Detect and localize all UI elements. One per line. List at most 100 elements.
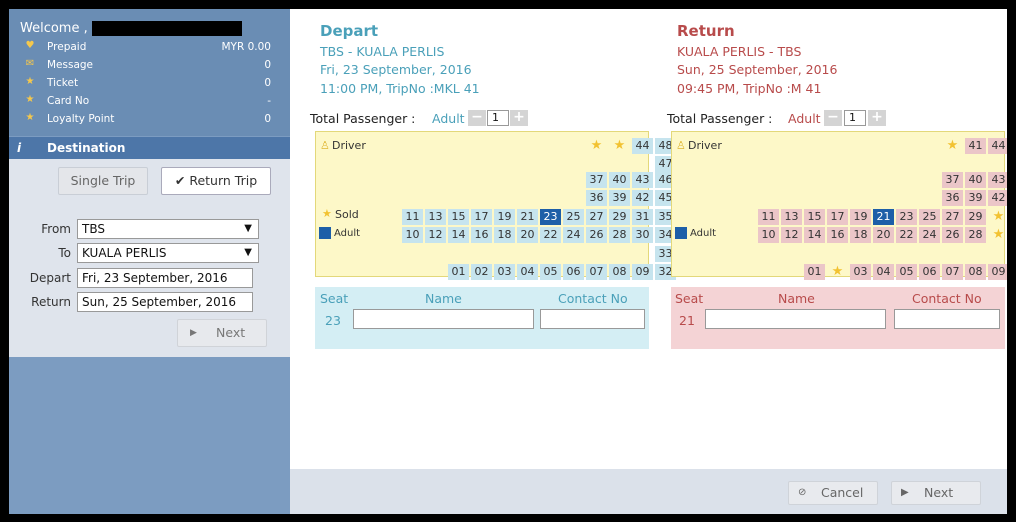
seat[interactable]: 02 (471, 264, 492, 280)
seat[interactable]: 18 (494, 227, 515, 243)
passenger-name-input[interactable] (705, 309, 886, 329)
seat[interactable]: 07 (942, 264, 963, 280)
seat[interactable]: 11 (758, 209, 779, 225)
seat[interactable]: 09 (632, 264, 653, 280)
seat[interactable]: 05 (896, 264, 917, 280)
seat[interactable]: 31 (632, 209, 653, 225)
seat[interactable]: 04 (873, 264, 894, 280)
seat[interactable]: 37 (586, 172, 607, 188)
to-select[interactable]: KUALA PERLIS ▼ (77, 243, 259, 263)
seat[interactable]: 40 (609, 172, 630, 188)
account-row-message[interactable]: ✉ Message 0 (9, 57, 290, 75)
contact-number-input[interactable] (894, 309, 1000, 329)
seat[interactable]: 43 (988, 172, 1007, 188)
seat[interactable]: 15 (804, 209, 825, 225)
seat[interactable]: 06 (563, 264, 584, 280)
seat[interactable]: 30 (632, 227, 653, 243)
next-button[interactable]: ▶ Next (891, 481, 981, 505)
seat[interactable]: 42 (988, 190, 1007, 206)
seat[interactable]: 15 (448, 209, 469, 225)
seat[interactable]: 40 (965, 172, 986, 188)
seat[interactable]: 04 (517, 264, 538, 280)
depart-minus-button[interactable]: − (468, 110, 486, 126)
seat[interactable]: 28 (609, 227, 630, 243)
seat[interactable]: 44 (632, 138, 653, 154)
seat[interactable]: 11 (402, 209, 423, 225)
seat[interactable]: 09 (988, 264, 1007, 280)
seat[interactable]: 16 (471, 227, 492, 243)
seat[interactable]: 44 (988, 138, 1007, 154)
seat[interactable]: 18 (850, 227, 871, 243)
passenger-name-input[interactable] (353, 309, 534, 329)
selected-seat[interactable]: 23 (540, 209, 561, 225)
selected-seat[interactable]: 21 (873, 209, 894, 225)
seat[interactable]: 39 (609, 190, 630, 206)
seat[interactable]: 26 (942, 227, 963, 243)
seat[interactable]: 14 (804, 227, 825, 243)
seat[interactable]: 17 (471, 209, 492, 225)
seat[interactable]: 10 (758, 227, 779, 243)
seat[interactable]: 23 (896, 209, 917, 225)
seat[interactable]: 25 (919, 209, 940, 225)
seat[interactable]: 16 (827, 227, 848, 243)
seat[interactable]: 26 (586, 227, 607, 243)
cancel-button[interactable]: ⊘ Cancel (788, 481, 878, 505)
depart-adult-qty[interactable]: 1 (487, 110, 509, 126)
sold-seat-star-icon: ★ (831, 264, 844, 279)
seat[interactable]: 24 (919, 227, 940, 243)
seat[interactable]: 29 (609, 209, 630, 225)
seat[interactable]: 21 (517, 209, 538, 225)
seat[interactable]: 36 (586, 190, 607, 206)
return-minus-button[interactable]: − (824, 110, 842, 126)
seat[interactable]: 42 (632, 190, 653, 206)
seat[interactable]: 28 (965, 227, 986, 243)
seat[interactable]: 39 (965, 190, 986, 206)
seat[interactable]: 17 (827, 209, 848, 225)
contact-number-input[interactable] (540, 309, 645, 329)
seat[interactable]: 12 (425, 227, 446, 243)
seat[interactable]: 27 (942, 209, 963, 225)
seat[interactable]: 14 (448, 227, 469, 243)
return-adult-qty[interactable]: 1 (844, 110, 866, 126)
depart-date-input[interactable]: Fri, 23 September, 2016 (77, 268, 253, 288)
seat[interactable]: 13 (425, 209, 446, 225)
seat-header: Seat (675, 291, 704, 306)
seat[interactable]: 03 (850, 264, 871, 280)
seat[interactable]: 20 (873, 227, 894, 243)
seat[interactable]: 13 (781, 209, 802, 225)
seat[interactable]: 19 (494, 209, 515, 225)
seat[interactable]: 22 (896, 227, 917, 243)
seat[interactable]: 24 (563, 227, 584, 243)
seat[interactable]: 08 (609, 264, 630, 280)
seat[interactable]: 01 (804, 264, 825, 280)
seat[interactable]: 22 (540, 227, 561, 243)
seat[interactable]: 03 (494, 264, 515, 280)
seat[interactable]: 20 (517, 227, 538, 243)
return-trip-label: Return Trip (189, 173, 258, 188)
seat[interactable]: 10 (402, 227, 423, 243)
single-trip-button[interactable]: Single Trip (58, 167, 148, 195)
return-plus-button[interactable]: + (868, 110, 886, 126)
account-panel: Welcome , ♥ Prepaid MYR 0.00 ✉ Message 0… (9, 9, 290, 136)
from-select[interactable]: TBS ▼ (77, 219, 259, 239)
sidebar-next-button[interactable]: ▶ Next (177, 319, 267, 347)
account-value: - (267, 95, 271, 107)
return-date-input[interactable]: Sun, 25 September, 2016 (77, 292, 253, 312)
account-row-ticket[interactable]: ★ Ticket 0 (9, 75, 290, 93)
seat[interactable]: 05 (540, 264, 561, 280)
seat[interactable]: 19 (850, 209, 871, 225)
seat[interactable]: 37 (942, 172, 963, 188)
seat[interactable]: 01 (448, 264, 469, 280)
seat[interactable]: 07 (586, 264, 607, 280)
seat[interactable]: 36 (942, 190, 963, 206)
seat[interactable]: 25 (563, 209, 584, 225)
seat[interactable]: 27 (586, 209, 607, 225)
seat[interactable]: 12 (781, 227, 802, 243)
return-trip-button[interactable]: ✔ Return Trip (161, 167, 271, 195)
seat[interactable]: 29 (965, 209, 986, 225)
depart-plus-button[interactable]: + (510, 110, 528, 126)
seat[interactable]: 43 (632, 172, 653, 188)
seat[interactable]: 08 (965, 264, 986, 280)
seat[interactable]: 06 (919, 264, 940, 280)
seat[interactable]: 41 (965, 138, 986, 154)
